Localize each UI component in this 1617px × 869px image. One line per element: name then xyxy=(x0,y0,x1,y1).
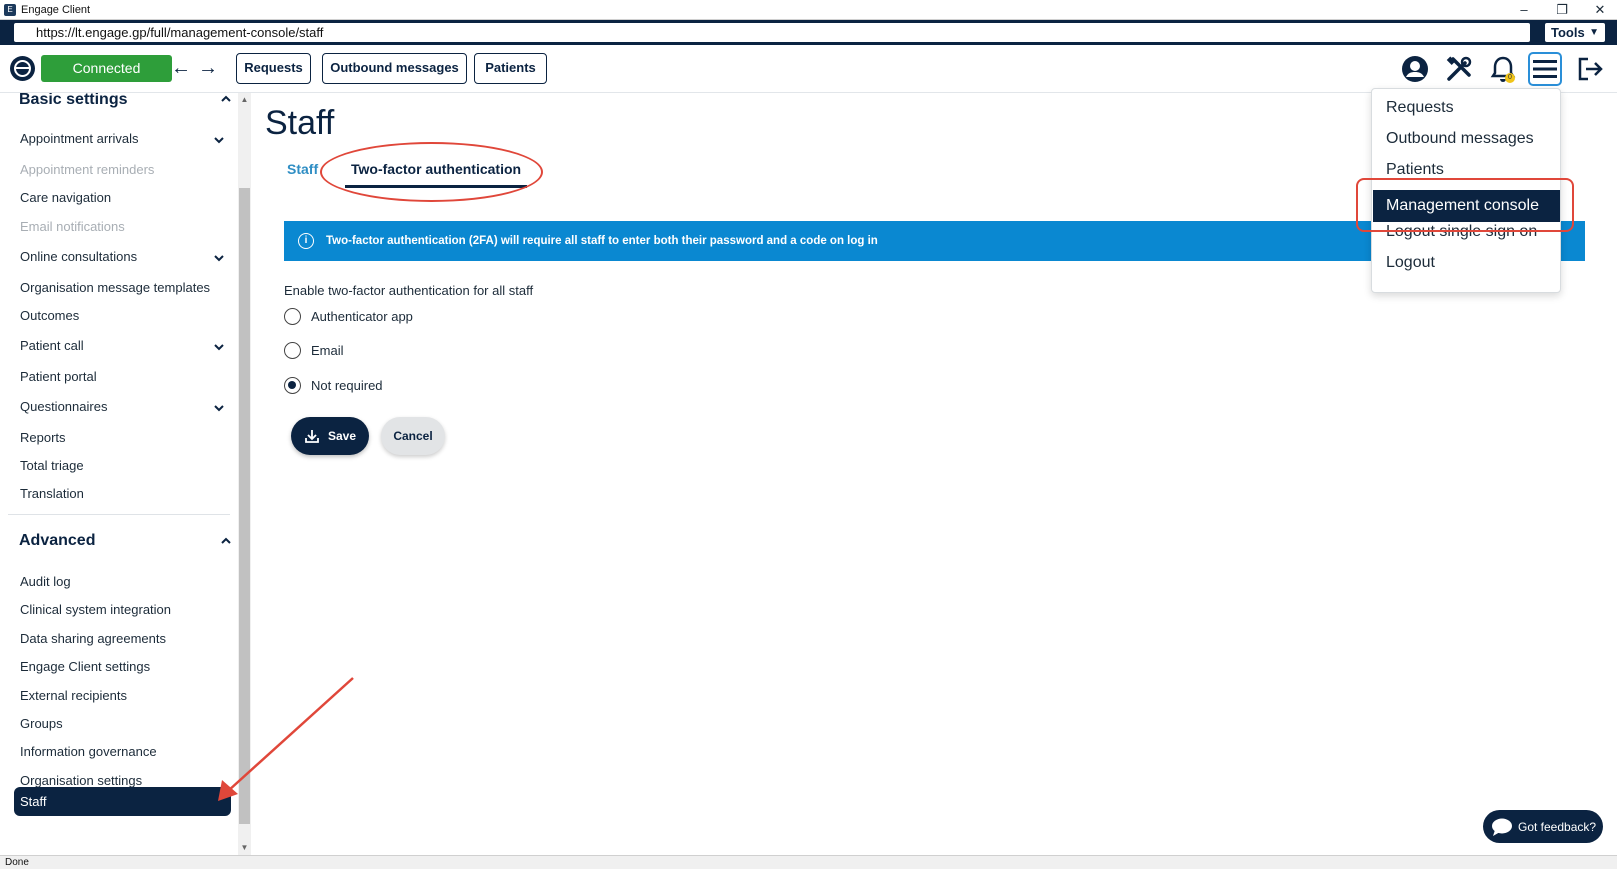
radio-option-authenticator-app[interactable]: Authenticator app xyxy=(284,308,413,325)
feedback-label: Got feedback? xyxy=(1518,819,1597,834)
scroll-down-arrow-icon[interactable]: ▼ xyxy=(240,843,249,852)
radio-label: Authenticator app xyxy=(311,309,413,324)
annotation-rectangle xyxy=(1356,178,1574,232)
sidebar-item-clinical-system-integration[interactable]: Clinical system integration xyxy=(20,602,171,617)
sidebar-item-groups[interactable]: Groups xyxy=(20,716,63,731)
menu-item-outbound-messages[interactable]: Outbound messages xyxy=(1386,130,1534,148)
radio-button-checked[interactable] xyxy=(284,377,301,394)
restore-icon[interactable]: ❐ xyxy=(1555,0,1569,20)
save-label: Save xyxy=(327,429,357,443)
tools-icon[interactable] xyxy=(1442,52,1476,86)
chevron-up-icon[interactable] xyxy=(220,93,232,105)
basic-settings-header[interactable]: Basic settings xyxy=(19,93,127,109)
chevron-up-icon[interactable] xyxy=(220,535,232,547)
radio-label: Not required xyxy=(311,378,383,393)
chat-bubble-icon xyxy=(1492,818,1512,836)
window-controls: – ❐ ✕ xyxy=(1517,0,1607,20)
status-bar: Done xyxy=(0,855,1617,869)
download-icon xyxy=(305,430,319,443)
sidebar-scrollbar[interactable]: ▲ ▼ xyxy=(238,93,251,855)
sidebar-item-outcomes[interactable]: Outcomes xyxy=(20,308,79,323)
hamburger-menu-icon[interactable] xyxy=(1528,52,1562,86)
sidebar-item-appointment-arrivals[interactable]: Appointment arrivals xyxy=(20,131,139,146)
requests-button[interactable]: Requests xyxy=(236,53,311,84)
forward-arrow-icon[interactable]: → xyxy=(197,57,219,79)
sidebar-item-patient-portal[interactable]: Patient portal xyxy=(20,369,97,384)
sidebar-item-information-governance[interactable]: Information governance xyxy=(20,744,157,759)
minimize-icon[interactable]: – xyxy=(1517,0,1531,20)
patients-button[interactable]: Patients xyxy=(474,53,547,84)
chevron-down-icon[interactable] xyxy=(213,402,225,414)
tools-dropdown[interactable]: Tools ▼ xyxy=(1545,23,1605,42)
radio-option-not-required[interactable]: Not required xyxy=(284,377,383,394)
sidebar-item-reports[interactable]: Reports xyxy=(20,430,66,445)
sidebar-item-organisation-message-templates[interactable]: Organisation message templates xyxy=(20,280,210,295)
tab-staff[interactable]: Staff xyxy=(287,161,318,177)
chevron-down-icon[interactable] xyxy=(213,341,225,353)
info-icon: i xyxy=(298,233,314,249)
chevron-down-icon[interactable] xyxy=(213,252,225,264)
sidebar-item-email-notifications: Email notifications xyxy=(20,219,125,234)
app-icon: E xyxy=(4,3,16,16)
scroll-up-arrow-icon[interactable]: ▲ xyxy=(240,95,249,104)
page-title: Staff xyxy=(265,104,335,142)
radio-button[interactable] xyxy=(284,342,301,359)
settings-sidebar: Basic settings Appointment arrivals Appo… xyxy=(0,93,238,855)
menu-item-logout[interactable]: Logout xyxy=(1386,254,1435,272)
sidebar-item-care-navigation[interactable]: Care navigation xyxy=(20,190,111,205)
address-bar: https://lt.engage.gp/full/management-con… xyxy=(0,20,1617,45)
window-title: Engage Client xyxy=(21,3,91,16)
notification-count-badge: 0 xyxy=(1505,73,1515,83)
sidebar-item-questionnaires[interactable]: Questionnaires xyxy=(20,399,107,414)
sidebar-item-translation[interactable]: Translation xyxy=(20,486,84,501)
app-toolbar: Connected ← → Requests Outbound messages… xyxy=(0,45,1617,93)
outbound-messages-button[interactable]: Outbound messages xyxy=(322,53,467,84)
close-icon[interactable]: ✕ xyxy=(1593,0,1607,20)
menu-item-requests[interactable]: Requests xyxy=(1386,99,1454,117)
tools-label: Tools xyxy=(1551,25,1585,40)
logout-icon[interactable] xyxy=(1573,52,1607,86)
annotation-circle xyxy=(320,142,543,202)
sidebar-item-online-consultations[interactable]: Online consultations xyxy=(20,249,137,264)
radio-option-email[interactable]: Email xyxy=(284,342,344,359)
sidebar-item-audit-log[interactable]: Audit log xyxy=(20,574,71,589)
sidebar-item-patient-call[interactable]: Patient call xyxy=(20,338,84,353)
sidebar-divider xyxy=(8,514,230,515)
back-arrow-icon[interactable]: ← xyxy=(170,57,192,79)
url-input[interactable]: https://lt.engage.gp/full/management-con… xyxy=(14,23,1530,42)
sidebar-item-engage-client-settings[interactable]: Engage Client settings xyxy=(20,659,150,674)
scrollbar-thumb[interactable] xyxy=(239,188,250,824)
engage-logo-icon xyxy=(10,56,35,81)
connection-status-badge: Connected xyxy=(41,55,172,82)
sidebar-item-external-recipients[interactable]: External recipients xyxy=(20,688,127,703)
cancel-button[interactable]: Cancel xyxy=(381,417,445,455)
caret-down-icon: ▼ xyxy=(1589,27,1599,38)
sidebar-item-staff[interactable]: Staff xyxy=(14,787,231,816)
chevron-down-icon[interactable] xyxy=(213,134,225,146)
save-button[interactable]: Save xyxy=(291,417,369,455)
sidebar-item-data-sharing-agreements[interactable]: Data sharing agreements xyxy=(20,631,166,646)
radio-button[interactable] xyxy=(284,308,301,325)
sidebar-item-organisation-settings[interactable]: Organisation settings xyxy=(20,773,142,788)
advanced-header[interactable]: Advanced xyxy=(19,532,95,550)
feedback-button[interactable]: Got feedback? xyxy=(1483,810,1603,843)
radio-label: Email xyxy=(311,343,344,358)
menu-item-patients[interactable]: Patients xyxy=(1386,161,1444,179)
radio-group-heading: Enable two-factor authentication for all… xyxy=(284,283,534,298)
user-profile-icon[interactable] xyxy=(1398,52,1432,86)
sidebar-item-appointment-reminders: Appointment reminders xyxy=(20,162,155,177)
sidebar-item-total-triage[interactable]: Total triage xyxy=(20,458,84,473)
info-banner-text: Two-factor authentication (2FA) will req… xyxy=(326,235,878,247)
window-titlebar: E Engage Client – ❐ ✕ xyxy=(0,0,1617,20)
notification-bell-icon[interactable]: 0 xyxy=(1486,52,1520,86)
